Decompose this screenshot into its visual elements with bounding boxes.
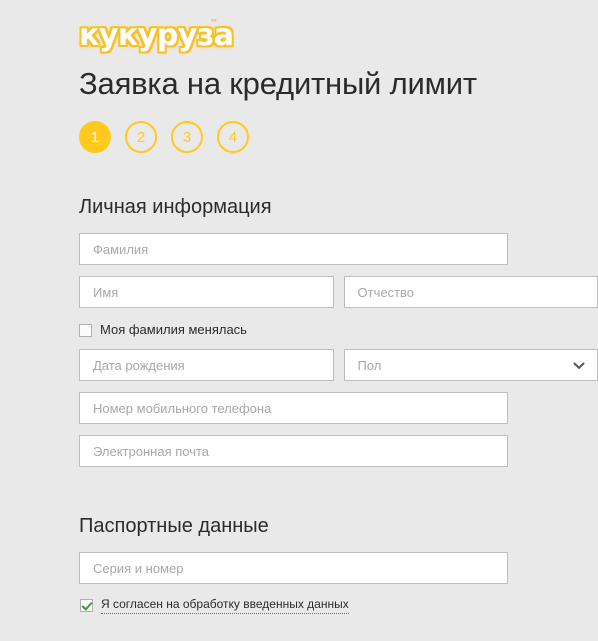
step-3[interactable]: 3: [171, 121, 203, 153]
name-row: [79, 276, 598, 308]
email-row: [79, 435, 598, 467]
brand-logo[interactable]: кукуруза ™: [79, 0, 598, 51]
phone-input[interactable]: [79, 392, 508, 424]
credit-limit-application-page: кукуруза ™ Заявка на кредитный лимит 1 2…: [0, 0, 598, 641]
passport-series-number-input[interactable]: [79, 552, 508, 584]
page-title: Заявка на кредитный лимит: [79, 66, 477, 101]
passport-series-row: [79, 552, 598, 584]
trademark-icon: ™: [210, 18, 218, 27]
birth-gender-row: Пол: [79, 349, 598, 381]
step-2[interactable]: 2: [125, 121, 157, 153]
phone-row: [79, 392, 598, 424]
middlename-input[interactable]: [343, 276, 598, 308]
step-indicator: 1 2 3 4: [79, 121, 598, 153]
consent-label[interactable]: Я согласен на обработку введенных данных: [101, 596, 349, 614]
gender-select[interactable]: Пол: [343, 349, 598, 381]
lastname-row: [79, 233, 598, 265]
consent-row[interactable]: Я согласен на обработку введенных данных: [80, 596, 598, 614]
birthdate-input[interactable]: [79, 349, 334, 381]
name-changed-checkbox[interactable]: [79, 323, 92, 337]
section-heading-personal: Личная информация: [79, 196, 272, 218]
section-heading-passport: Паспортные данные: [79, 515, 269, 537]
email-input[interactable]: [79, 435, 508, 467]
chevron-down-icon: [572, 359, 585, 372]
lastname-input[interactable]: [79, 233, 508, 265]
firstname-input[interactable]: [79, 276, 334, 308]
gender-select-value: Пол: [357, 357, 382, 373]
consent-checkbox[interactable]: [80, 598, 93, 612]
step-1[interactable]: 1: [79, 121, 111, 153]
step-4[interactable]: 4: [217, 121, 249, 153]
name-changed-label: Моя фамилия менялась: [100, 322, 247, 337]
name-changed-row[interactable]: Моя фамилия менялась: [79, 322, 598, 338]
